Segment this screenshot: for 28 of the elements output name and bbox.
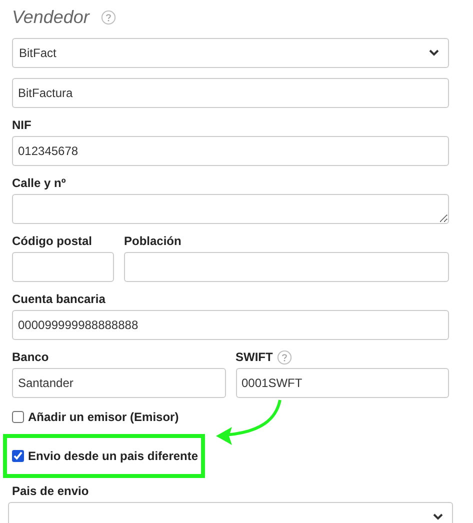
checkbox[interactable] <box>12 411 24 423</box>
caret-icon <box>432 513 444 521</box>
dropdown[interactable] <box>8 502 453 523</box>
arrow-drawing <box>214 398 284 446</box>
input-field[interactable]: Santander <box>12 368 226 398</box>
section-title: Vendedor <box>12 6 90 28</box>
input-field[interactable] <box>12 252 114 282</box>
checkbox-label: Envio desde un pais diferente <box>28 448 198 465</box>
field-label: NIF <box>12 117 32 134</box>
help-icon[interactable] <box>101 10 116 24</box>
dropdown[interactable]: BitFact <box>12 38 449 68</box>
field-label: SWIFT <box>236 349 273 366</box>
field-label: Código postal <box>12 233 92 250</box>
field-label: Población <box>124 233 182 250</box>
field-label: Banco <box>12 349 49 366</box>
text-area[interactable] <box>12 194 449 224</box>
input-field[interactable]: 012345678 <box>12 136 449 166</box>
checkbox[interactable] <box>12 450 24 462</box>
field-label: Calle y nº <box>12 175 66 192</box>
field-label: Pais de envio <box>12 483 89 500</box>
input-field[interactable] <box>124 252 449 282</box>
help-icon[interactable] <box>276 350 292 364</box>
checkbox-label: Añadir un emisor (Emisor) <box>28 409 179 426</box>
field-label: Cuenta bancaria <box>12 291 106 308</box>
input-field[interactable]: 0001SWFT <box>236 368 449 398</box>
caret-icon <box>428 49 440 57</box>
input-field[interactable]: BitFactura <box>12 78 449 108</box>
input-field[interactable]: 000099999988888888 <box>12 310 449 340</box>
